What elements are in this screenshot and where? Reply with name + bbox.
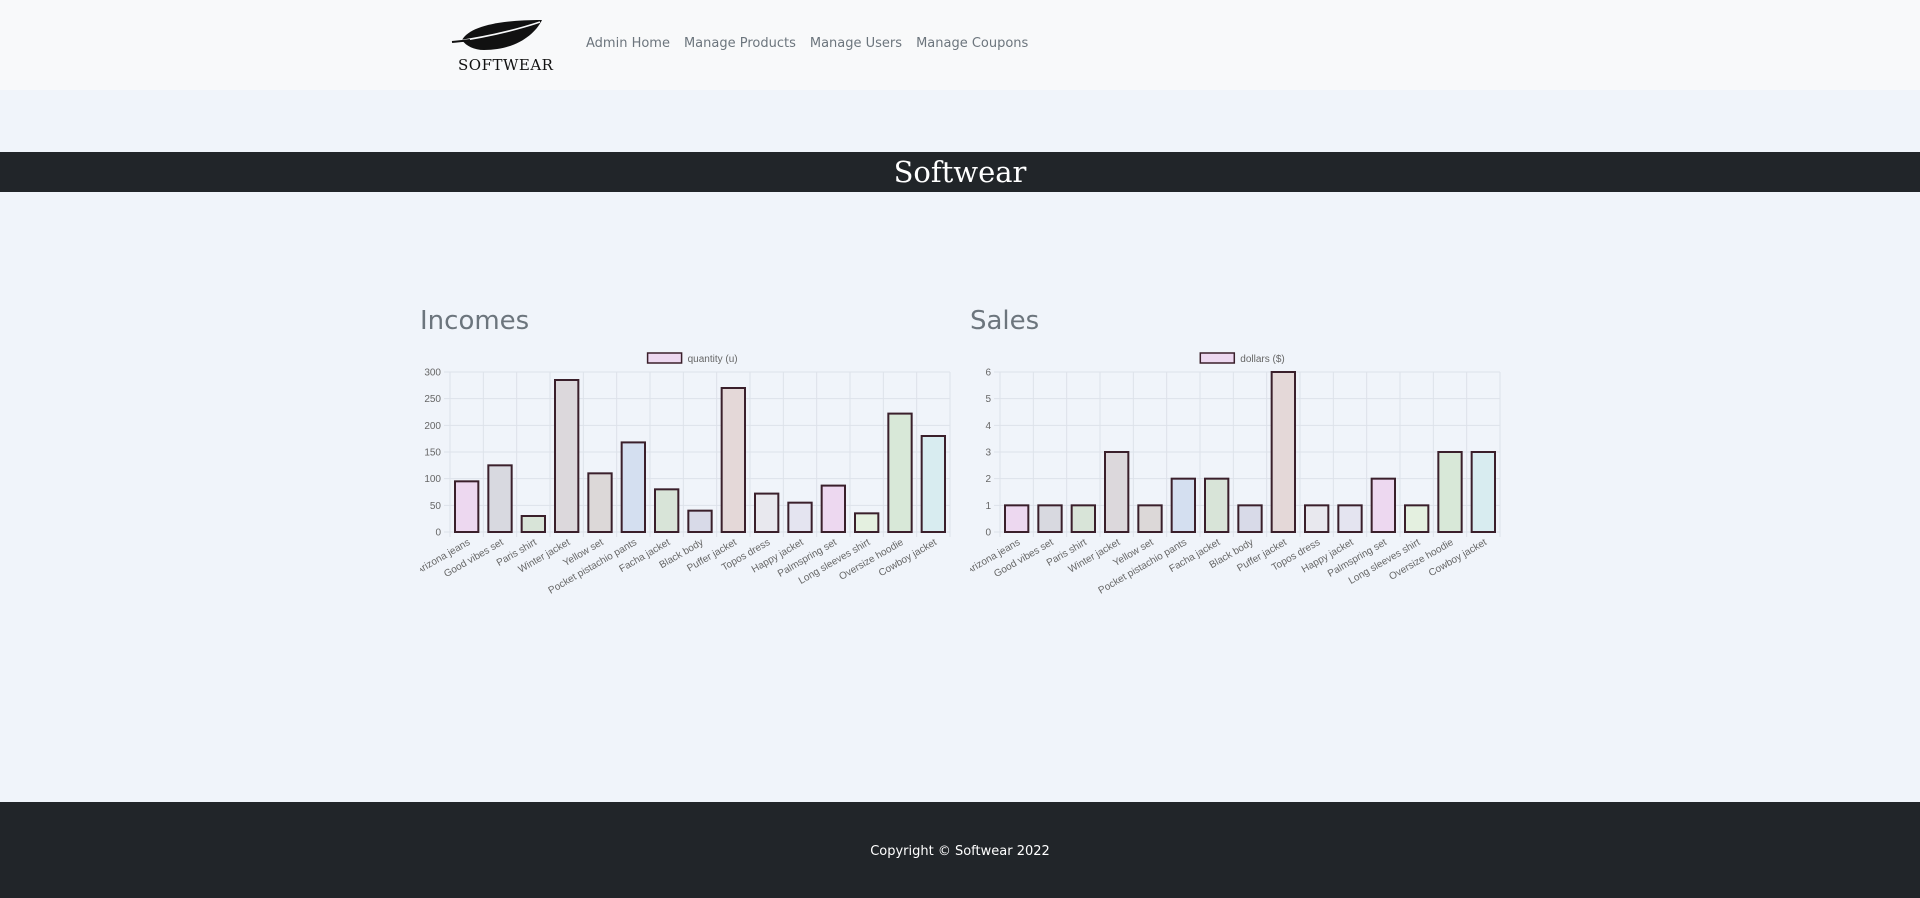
bar[interactable] — [754, 492, 780, 534]
bar[interactable] — [554, 379, 580, 533]
leaf-icon — [451, 20, 542, 50]
bar[interactable] — [487, 464, 513, 533]
bar[interactable] — [787, 501, 813, 534]
bar[interactable] — [1070, 504, 1096, 533]
bar[interactable] — [1470, 451, 1496, 533]
footer: Copyright © Softwear 2022 — [0, 802, 1920, 898]
legend-swatch[interactable] — [646, 352, 683, 364]
y-tick-label: 0 — [435, 528, 441, 539]
nav-link-manage-products[interactable]: Manage Products — [684, 36, 796, 51]
x-tick-label: Cowboy jacket — [877, 537, 939, 579]
y-tick-label: 200 — [424, 421, 441, 432]
bar[interactable] — [1137, 504, 1163, 533]
incomes-chart: quantity (u)050100150200250300Arizona je… — [420, 352, 951, 596]
bar[interactable] — [720, 387, 746, 533]
bar[interactable] — [1404, 504, 1430, 533]
banner-title: Softwear — [893, 155, 1027, 189]
y-tick-label: 1 — [985, 501, 991, 512]
bar[interactable] — [1170, 477, 1197, 534]
bar[interactable] — [1370, 477, 1396, 534]
bar[interactable] — [1437, 451, 1463, 533]
nav-link-admin-home[interactable]: Admin Home — [586, 36, 670, 51]
copyright-text: Copyright © Softwear 2022 — [870, 844, 1050, 859]
y-tick-label: 5 — [985, 394, 991, 405]
x-tick-label: Cowboy jacket — [1427, 537, 1489, 579]
logo-text: SOFTWEAR — [458, 56, 554, 74]
navbar: SOFTWEAR Admin Home Manage Products Mana… — [0, 0, 1920, 90]
bar[interactable] — [1304, 504, 1330, 533]
brand-logo[interactable]: SOFTWEAR — [450, 16, 554, 76]
bar[interactable] — [820, 484, 846, 534]
y-tick-label: 150 — [424, 448, 441, 459]
y-tick-label: 300 — [424, 368, 441, 379]
legend-label: quantity (u) — [688, 354, 738, 365]
legend-label: dollars ($) — [1240, 354, 1284, 365]
nav-link-manage-coupons[interactable]: Manage Coupons — [916, 36, 1028, 51]
y-tick-label: 0 — [985, 528, 991, 539]
bar[interactable] — [887, 412, 913, 533]
bar[interactable] — [1337, 504, 1363, 533]
bar[interactable] — [920, 435, 946, 533]
y-tick-label: 250 — [424, 394, 441, 405]
legend-swatch[interactable] — [1199, 352, 1236, 364]
bar[interactable] — [454, 480, 480, 533]
banner: Softwear — [0, 152, 1920, 192]
y-tick-label: 2 — [985, 474, 991, 485]
y-tick-label: 50 — [430, 501, 442, 512]
y-tick-label: 100 — [424, 474, 441, 485]
y-tick-label: 3 — [985, 448, 991, 459]
bar[interactable] — [854, 512, 880, 533]
bar[interactable] — [620, 441, 647, 533]
nav-link-manage-users[interactable]: Manage Users — [810, 36, 902, 51]
y-tick-label: 4 — [985, 421, 991, 432]
bar[interactable] — [1204, 477, 1230, 534]
bar[interactable] — [1037, 504, 1063, 533]
bar[interactable] — [1270, 371, 1296, 533]
bar[interactable] — [654, 488, 680, 533]
bar[interactable] — [687, 509, 713, 534]
nav-links: Admin Home Manage Products Manage Users … — [586, 36, 1028, 51]
bar[interactable] — [587, 472, 613, 534]
bar[interactable] — [1237, 504, 1263, 533]
incomes-title: Incomes — [420, 306, 530, 336]
sales-chart: dollars ($)0123456Arizona jeansGood vibe… — [970, 352, 1501, 596]
bar[interactable] — [520, 515, 546, 533]
y-tick-label: 6 — [985, 368, 991, 379]
bar[interactable] — [1104, 451, 1130, 533]
bar[interactable] — [1004, 504, 1030, 533]
sales-title: Sales — [970, 306, 1040, 336]
